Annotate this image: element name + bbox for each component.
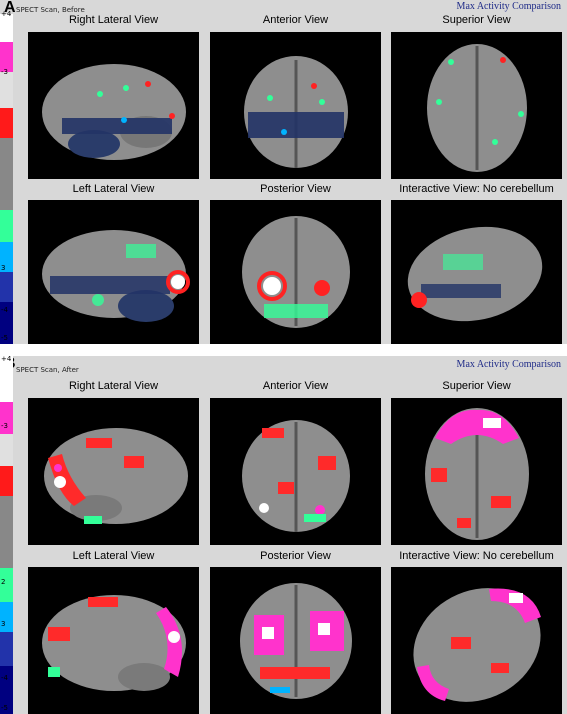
brain-image: [244, 56, 348, 168]
view-label: Anterior View: [262, 14, 329, 26]
scale-tick: 2: [1, 578, 6, 586]
brain-image: [242, 216, 350, 328]
color-scale: +4 -3 3 -4 -5: [0, 10, 13, 344]
comparison-label: Max Activity Comparison: [456, 1, 561, 12]
scale-tick: -4: [1, 306, 8, 314]
scan-title: SPECT Scan, Before: [16, 6, 85, 14]
view-label: Right Lateral View: [68, 380, 159, 392]
view-label: Left Lateral View: [72, 183, 155, 195]
view-label: Anterior View: [262, 380, 329, 392]
panel-divider: [0, 344, 567, 356]
view-superior: Superior View: [391, 380, 562, 545]
view-right-lateral: Right Lateral View: [28, 380, 199, 545]
view-label: Left Lateral View: [72, 550, 155, 562]
view-right-lateral: Right Lateral View: [28, 14, 199, 179]
scale-tick: 3: [1, 264, 6, 272]
view-left-lateral: Left Lateral View: [28, 183, 199, 344]
view-anterior: Anterior View: [210, 380, 381, 545]
comparison-label: Max Activity Comparison: [456, 359, 561, 370]
scale-tick: -4: [1, 674, 8, 682]
view-label: Superior View: [442, 14, 511, 26]
brain-image: [42, 64, 186, 160]
view-interactive: Interactive View: No cerebellum: [391, 183, 562, 344]
scale-tick: +4: [1, 356, 12, 363]
view-left-lateral: Left Lateral View: [28, 550, 199, 714]
brain-image: [425, 408, 529, 540]
view-label: Superior View: [442, 380, 511, 392]
view-label: Interactive View: No cerebellum: [399, 550, 554, 562]
scale-tick: -3: [1, 68, 8, 76]
scale-tick: +4: [1, 10, 12, 18]
view-label: Interactive View: No cerebellum: [399, 183, 554, 195]
scale-tick: -5: [1, 704, 8, 712]
brain-image: [44, 428, 188, 524]
panel-a: A SPECT Scan, Before Max Activity Compar…: [0, 0, 567, 344]
view-anterior: Anterior View: [210, 14, 381, 179]
panel-b: B SPECT Scan, After Max Activity Compari…: [0, 356, 567, 714]
brain-image: [42, 595, 186, 691]
view-posterior: Posterior View: [210, 183, 381, 344]
view-superior: Superior View: [391, 14, 562, 179]
view-interactive: Interactive View: No cerebellum: [391, 550, 562, 714]
view-label: Posterior View: [260, 550, 331, 562]
brain-image: [427, 44, 527, 172]
brain-image: [242, 420, 350, 532]
brain-image: [42, 230, 190, 322]
color-scale: +4 -3 2 3 -4 -5: [0, 356, 13, 714]
view-posterior: Posterior View: [210, 550, 381, 714]
brain-image: [413, 588, 541, 702]
scale-tick: -5: [1, 334, 8, 342]
scale-tick: 3: [1, 620, 6, 628]
scan-title: SPECT Scan, After: [16, 366, 79, 374]
brain-image: [407, 226, 543, 322]
view-label: Right Lateral View: [68, 14, 159, 26]
brain-image: [240, 583, 352, 699]
view-label: Posterior View: [260, 183, 331, 195]
scale-tick: -3: [1, 422, 8, 430]
